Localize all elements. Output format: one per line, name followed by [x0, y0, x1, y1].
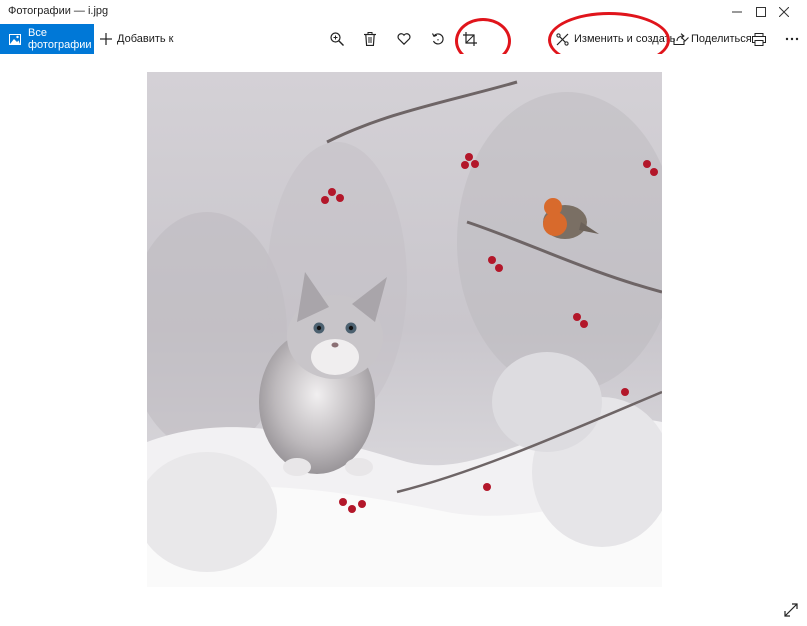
- plus-icon: [100, 33, 112, 45]
- share-label: Поделиться: [691, 33, 752, 45]
- rotate-icon: [431, 33, 444, 45]
- favorite-button[interactable]: [389, 24, 419, 54]
- all-photos-button[interactable]: Все фотографии: [0, 24, 94, 54]
- edit-create-button[interactable]: Изменить и создать: [556, 24, 690, 54]
- share-button[interactable]: Поделиться: [673, 24, 752, 54]
- rotate-button[interactable]: [423, 24, 453, 54]
- command-bar: Все фотографии Добавить к Изменить и соз…: [0, 24, 807, 54]
- expand-fullscreen-icon: [784, 603, 798, 617]
- close-icon: [779, 7, 789, 17]
- edit-create-label: Изменить и создать: [574, 33, 676, 45]
- share-icon: [673, 33, 686, 45]
- all-photos-label: Все фотографии: [28, 27, 92, 51]
- fullscreen-button[interactable]: [780, 599, 802, 621]
- title-bar: Фотографии — i.jpg: [0, 0, 807, 24]
- add-to-label: Добавить к: [117, 33, 174, 45]
- photo-viewer: [0, 54, 807, 626]
- print-icon: [752, 32, 766, 46]
- delete-button[interactable]: [355, 24, 385, 54]
- crop-button[interactable]: [455, 24, 485, 54]
- photo-gallery-icon: [9, 33, 21, 45]
- more-options-button[interactable]: [777, 24, 807, 54]
- crop-icon: [463, 32, 477, 46]
- close-button[interactable]: [761, 0, 807, 24]
- print-button[interactable]: [744, 24, 774, 54]
- add-to-button[interactable]: Добавить к: [100, 24, 173, 54]
- window-title: Фотографии — i.jpg: [8, 5, 109, 17]
- zoom-in-icon: [330, 32, 344, 46]
- photo-kitten-robin-winter[interactable]: [147, 72, 662, 587]
- trash-icon: [364, 32, 376, 46]
- more-icon: [785, 37, 799, 41]
- heart-icon: [397, 33, 411, 45]
- edit-create-icon: [556, 32, 569, 46]
- zoom-button[interactable]: [322, 24, 352, 54]
